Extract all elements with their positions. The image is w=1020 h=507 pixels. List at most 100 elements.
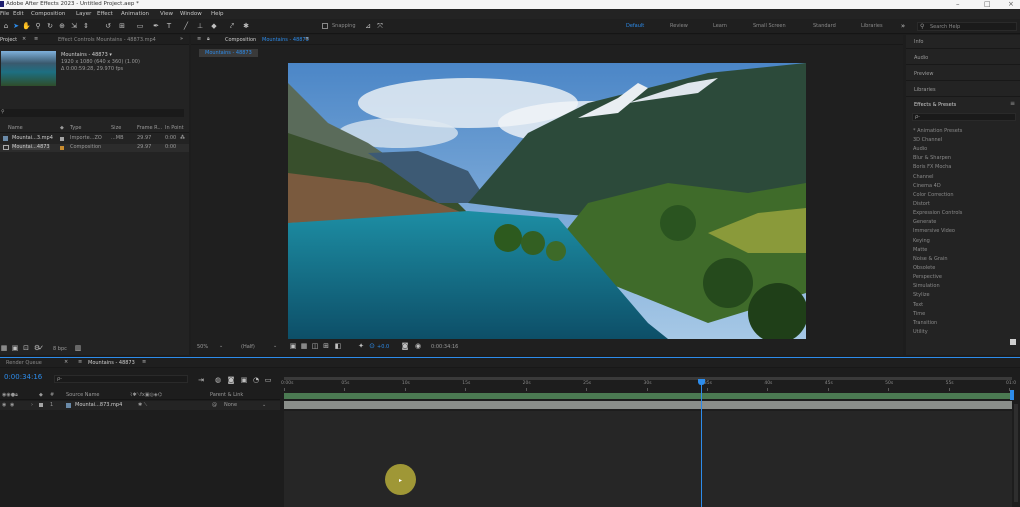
column-frame-rate[interactable]: Frame R... <box>137 125 162 131</box>
column-type[interactable]: Type <box>70 125 81 131</box>
snap-options-icon[interactable]: ⊿ <box>364 22 372 30</box>
column-size[interactable]: Size <box>111 125 121 131</box>
composition-mini-flowchart-icon[interactable]: ⇥ <box>197 376 205 384</box>
effects-category-item[interactable]: Color Correction <box>913 192 954 198</box>
effects-category-item[interactable]: * Animation Presets <box>913 128 962 134</box>
effects-category-item[interactable]: Transition <box>913 320 937 326</box>
menu-effect[interactable]: Effect <box>97 11 113 17</box>
effects-category-item[interactable]: Simulation <box>913 283 940 289</box>
type-tool-icon[interactable]: T <box>165 22 173 30</box>
tab-effect-controls[interactable]: Effect Controls Mountains - 48873.mp4 <box>58 37 156 43</box>
visibility-eye-icon[interactable]: ◉ <box>2 402 6 408</box>
effects-category-item[interactable]: Keying <box>913 238 930 244</box>
frame-blending-icon[interactable]: ▣ <box>240 376 248 384</box>
playhead-handle-icon[interactable] <box>697 379 705 385</box>
new-folder-icon[interactable]: ▣ <box>11 344 19 352</box>
close-tab-icon[interactable]: × <box>22 36 26 42</box>
hand-tool-icon[interactable]: ✋ <box>22 22 31 30</box>
workspace-small-screen[interactable]: Small Screen <box>753 23 786 29</box>
effects-category-item[interactable]: Matte <box>913 247 927 253</box>
eraser-tool-icon[interactable]: ◆ <box>210 22 218 30</box>
workspace-libraries[interactable]: Libraries <box>861 23 883 29</box>
effects-category-item[interactable]: Audio <box>913 146 927 152</box>
effects-category-item[interactable]: Expression Controls <box>913 210 962 216</box>
workspace-standard[interactable]: Standard <box>813 23 836 29</box>
project-search-field[interactable]: ⚲ <box>0 109 184 117</box>
composition-tab-name[interactable]: Mountains - 48873 <box>262 37 309 43</box>
motion-blur-icon[interactable]: ◔ <box>252 376 260 384</box>
effects-category-item[interactable]: Distort <box>913 201 930 207</box>
layer-label-swatch[interactable] <box>39 403 43 407</box>
tab-menu-icon[interactable]: ≡ <box>197 36 201 42</box>
table-row[interactable]: Mountai...3.mp4 Importe...ZO ...MB 29.97… <box>0 135 189 143</box>
maximize-icon[interactable]: □ <box>984 0 991 8</box>
roto-brush-icon[interactable]: ⤤ <box>228 22 236 30</box>
work-area-bar[interactable] <box>284 377 1012 380</box>
pan-behind-icon[interactable]: ⊕ <box>58 22 66 30</box>
menu-edit[interactable]: Edit <box>13 11 24 17</box>
close-tab-icon[interactable]: ≡ <box>305 36 309 42</box>
effects-category-item[interactable]: Noise & Grain <box>913 256 948 262</box>
timeline-search-input[interactable]: ρ- <box>54 375 188 383</box>
close-icon[interactable]: × <box>1008 0 1014 8</box>
snapping-checkbox[interactable] <box>322 23 328 29</box>
composition-track-bar[interactable] <box>284 393 1012 399</box>
preview-panel[interactable]: Preview <box>906 67 1020 81</box>
effects-search-input[interactable]: ρ- <box>912 113 1016 121</box>
tab-render-queue[interactable]: Render Queue <box>6 360 42 366</box>
timeline-timecode[interactable]: 0:00:34:16 <box>4 373 42 381</box>
panel-scrollbar[interactable] <box>1014 404 1018 502</box>
composition-viewer[interactable] <box>288 63 806 339</box>
column-in-point[interactable]: In Point <box>165 125 184 131</box>
source-name-header[interactable]: Source Name <box>66 392 100 398</box>
color-management-icon[interactable]: ✦ <box>357 342 365 350</box>
trash-icon[interactable]: ▥ <box>74 344 82 352</box>
pen-tool-icon[interactable]: ✒ <box>152 22 160 30</box>
layer-switches-icon[interactable]: ✱ ⟍ <box>138 402 147 408</box>
effects-category-item[interactable]: Cinema 4D <box>913 183 941 189</box>
parent-dropdown[interactable]: None <box>224 402 237 408</box>
tab-project[interactable]: Project <box>0 37 17 43</box>
current-time-indicator[interactable] <box>700 379 702 507</box>
effects-category-item[interactable]: Stylize <box>913 292 930 298</box>
menu-animation[interactable]: Animation <box>121 11 149 17</box>
panel-resize-handle-icon[interactable] <box>1010 339 1016 345</box>
panel-expand-icon[interactable]: » <box>180 36 183 42</box>
table-row[interactable]: Mountai...4873 Composition 29.97 0:00 <box>0 144 189 152</box>
effects-category-item[interactable]: Time <box>913 311 925 317</box>
workspace-default[interactable]: Default <box>626 23 644 29</box>
effects-category-item[interactable]: Blur & Sharpen <box>913 155 951 161</box>
effects-category-item[interactable]: Channel <box>913 174 934 180</box>
draft-3d-icon[interactable]: ◍ <box>214 376 222 384</box>
info-panel[interactable]: Info <box>906 35 1020 49</box>
delete-icon[interactable]: ✓ <box>37 344 45 352</box>
effects-category-item[interactable]: Text <box>913 302 923 308</box>
parent-link-header[interactable]: Parent & Link <box>210 392 243 398</box>
zoom-tool-icon[interactable]: ⚲ <box>34 22 42 30</box>
close-tab-icon[interactable]: × <box>64 359 68 365</box>
anchor-point-icon[interactable]: ⊞ <box>118 22 126 30</box>
layer-name[interactable]: Mountai...873.mp4 <box>75 402 122 408</box>
puppet-pin-icon[interactable]: ✱ <box>242 22 250 30</box>
minimize-icon[interactable]: – <box>956 0 960 8</box>
home-icon[interactable]: ⌂ <box>2 22 10 30</box>
comp-breadcrumb[interactable]: Mountains - 48873 <box>199 49 258 57</box>
workspace-overflow-icon[interactable]: » <box>899 22 907 30</box>
column-name[interactable]: Name <box>8 125 23 131</box>
search-help-field[interactable]: ⚲ Search Help <box>917 22 1017 31</box>
audio-speaker-icon[interactable]: ◉ <box>10 402 14 408</box>
resolution-dropdown[interactable]: (Half) <box>241 344 255 350</box>
effects-category-item[interactable]: Perspective <box>913 274 942 280</box>
lock-icon[interactable]: 🔒︎ <box>207 36 210 42</box>
composition-tab-label[interactable]: Composition <box>225 37 256 43</box>
timeline-layer-row[interactable]: ◉ ◉ › 1 Mountai...873.mp4 ✱ ⟍ @ None ⌄ <box>0 401 280 410</box>
clone-stamp-icon[interactable]: ⊥ <box>196 22 204 30</box>
tab-comp-timeline[interactable]: Mountains - 48873 <box>88 360 135 366</box>
effects-category-item[interactable]: Generate <box>913 219 936 225</box>
brush-tool-icon[interactable]: ╱ <box>182 22 190 30</box>
snapshot-camera-icon[interactable]: ◙ <box>401 342 409 350</box>
show-snapshot-icon[interactable]: ◉ <box>414 342 422 350</box>
unified-camera-icon[interactable]: ⇲ <box>70 22 78 30</box>
audio-panel[interactable]: Audio <box>906 51 1020 65</box>
viewer-timecode[interactable]: 0:00:34:16 <box>431 344 458 350</box>
